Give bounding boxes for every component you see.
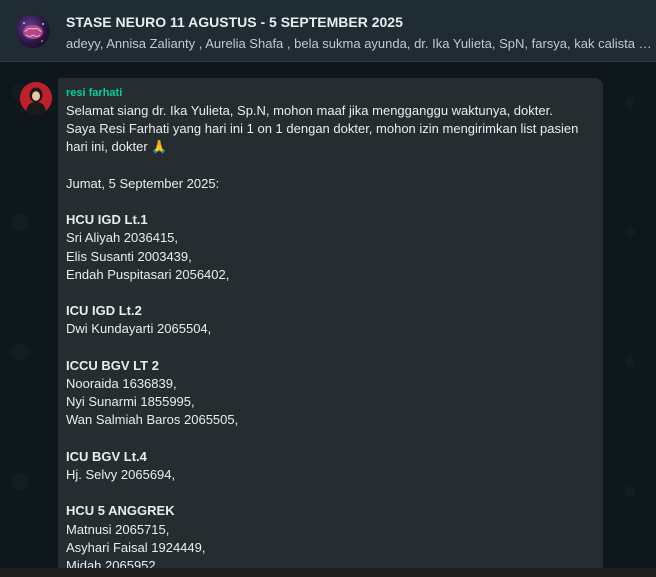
message-bubble[interactable]: resi farhati Selamat siang dr. Ika Yulie… [58, 78, 603, 577]
chat-area: resi farhati Selamat siang dr. Ika Yulie… [0, 62, 656, 577]
patient-entry: Asyhari Faisal 1924449, [66, 539, 206, 555]
intro-line: Saya Resi Farhati yang hari ini 1 on 1 d… [66, 120, 593, 156]
composer-edge [0, 568, 656, 577]
patient-entry: Nooraida 1636839, [66, 375, 177, 391]
chat-header[interactable]: STASE NEURO 11 AGUSTUS - 5 SEPTEMBER 202… [0, 0, 656, 62]
group-members-list: adeyy, Annisa Zalianty , Aurelia Shafa ,… [66, 36, 652, 51]
ward-title: ICU BGV Lt.4 [66, 448, 147, 464]
date-line: Jumat, 5 September 2025: [66, 175, 220, 191]
patient-entry: Endah Puspitasari 2056402, [66, 266, 230, 282]
greeting-line: Selamat siang dr. Ika Yulieta, Sp.N, moh… [66, 103, 553, 118]
patient-entry: Elis Susanti 2003439, [66, 248, 192, 264]
group-title: STASE NEURO 11 AGUSTUS - 5 SEPTEMBER 202… [66, 14, 403, 30]
user-hijab-avatar [20, 82, 52, 114]
sender-name[interactable]: resi farhati [66, 86, 593, 100]
patient-entry: Matnusi 2065715, [66, 521, 170, 537]
patient-entry: Dwi Kundayarti 2065504, [66, 321, 212, 337]
ward-title: HCU 5 ANGGREK [66, 503, 175, 519]
brain-neuro-icon [23, 22, 44, 42]
ward-title: ICU IGD Lt.2 [66, 303, 142, 319]
patient-entry: Nyi Sunarmi 1855995, [66, 394, 195, 410]
patient-entry: Wan Salmiah Baros 2065505, [66, 412, 239, 428]
group-avatar[interactable] [16, 14, 50, 48]
patient-entry: Hj. Selvy 2065694, [66, 466, 176, 482]
intro-text: Saya Resi Farhati yang hari ini 1 on 1 d… [66, 121, 579, 155]
ward-title: ICCU BGV LT 2 [66, 357, 159, 373]
ward-title: HCU IGD Lt.1 [66, 212, 148, 228]
message-text: Selamat siang dr. Ika Yulieta, Sp.N, moh… [66, 102, 593, 575]
whatsapp-chat-window: STASE NEURO 11 AGUSTUS - 5 SEPTEMBER 202… [0, 0, 656, 577]
praying-hands-icon: 🙏 [151, 139, 168, 155]
patient-entry: Sri Aliyah 2036415, [66, 230, 179, 246]
sender-avatar[interactable] [20, 82, 52, 114]
